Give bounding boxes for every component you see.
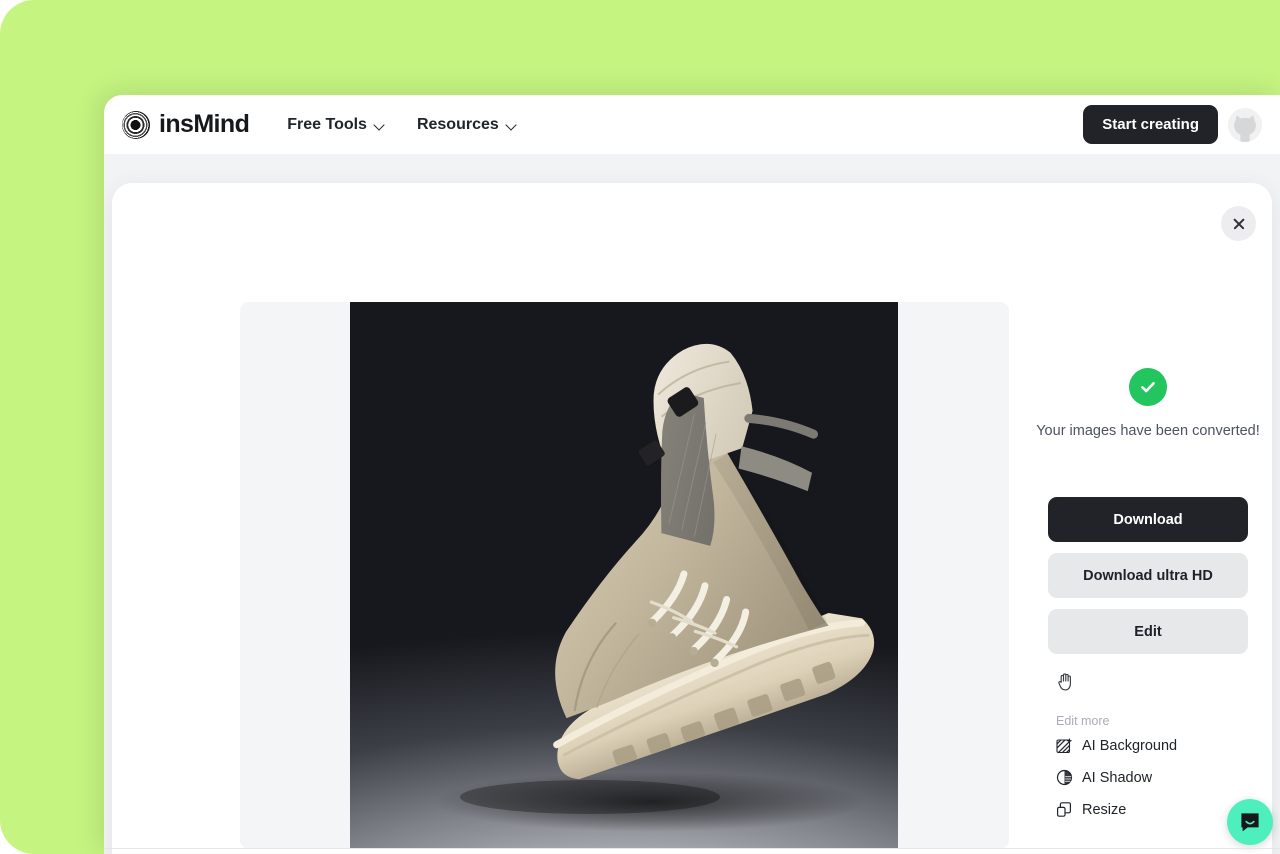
chat-bubble-smile-icon[interactable] (1227, 799, 1273, 845)
download-button[interactable]: Download (1048, 497, 1248, 542)
edit-item-label: AI Shadow (1082, 769, 1153, 786)
edit-item-ai-shadow[interactable]: AI Shadow (1056, 769, 1248, 786)
edit-item-label: AI Background (1082, 737, 1178, 754)
nav-item-label: Free Tools (287, 115, 367, 133)
success-status: Your images have been converted! (1036, 302, 1260, 439)
download-ultra-hd-button[interactable]: Download ultra HD (1048, 553, 1248, 598)
image-preview-frame (240, 302, 1009, 849)
resize-icon (1056, 801, 1073, 818)
edit-more-label: Edit more (1056, 714, 1110, 728)
brand-logo[interactable]: insMind (122, 110, 250, 139)
check-circle-icon (1129, 368, 1167, 406)
chevron-down-icon (506, 121, 517, 128)
result-modal: Your images have been converted! Downloa… (112, 183, 1272, 854)
concentric-circles-logo-icon (122, 110, 150, 139)
action-buttons: Download Download ultra HD Edit (1048, 497, 1248, 654)
header-actions: Start creating (1083, 105, 1262, 144)
edit-item-resize[interactable]: Resize (1056, 801, 1248, 818)
page-bottom-divider (104, 848, 1280, 849)
start-creating-button[interactable]: Start creating (1083, 105, 1218, 144)
success-message: Your images have been converted! (1036, 423, 1260, 439)
edit-item-label: Resize (1082, 801, 1127, 818)
close-icon[interactable] (1221, 206, 1256, 241)
nav-item-free-tools[interactable]: Free Tools (287, 116, 385, 134)
brand-name: insMind (159, 110, 250, 138)
edit-item-ai-background[interactable]: AI Background (1056, 737, 1248, 754)
ai-shadow-icon (1056, 769, 1073, 786)
avatar[interactable] (1228, 107, 1262, 142)
nav-item-resources[interactable]: Resources (417, 116, 517, 134)
edit-more-list: AI Background AI Shadow Resize (1056, 737, 1248, 818)
ai-background-icon (1056, 737, 1073, 754)
result-panel: Your images have been converted! Downloa… (1036, 302, 1260, 818)
nav-item-label: Resources (416, 115, 499, 133)
app-window: insMind Free Tools Resources Start creat… (104, 95, 1280, 854)
edit-button[interactable]: Edit (1048, 609, 1248, 654)
grab-hand-cursor-icon (1056, 670, 1076, 692)
main-nav: Free Tools Resources (287, 116, 517, 134)
result-image[interactable] (350, 302, 898, 849)
site-header: insMind Free Tools Resources Start creat… (104, 95, 1280, 154)
page-stage: insMind Free Tools Resources Start creat… (0, 0, 1280, 854)
chevron-down-icon (374, 121, 385, 128)
